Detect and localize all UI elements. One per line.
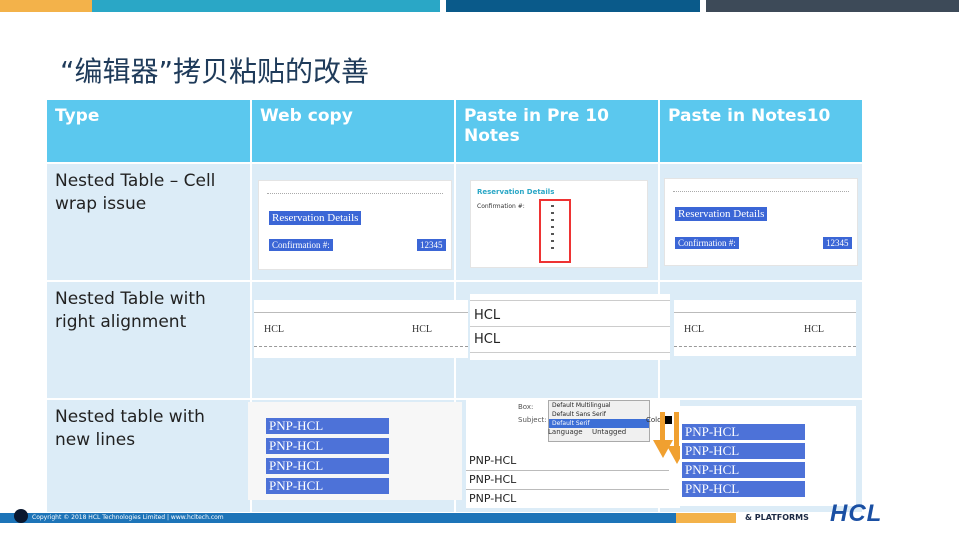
row-type-label: Nested Table – Cell wrap issue: [47, 163, 252, 282]
divider: [267, 193, 443, 194]
divider: [470, 326, 670, 327]
subject-label: Subject:: [518, 416, 547, 424]
pnp-line-3: PNP-HCL: [466, 490, 669, 508]
header-type: Type: [47, 100, 252, 164]
screenshot-notes10-row1: Reservation Details Confirmation #: 1234…: [664, 178, 858, 266]
top-bar-navy: [446, 0, 700, 12]
header-row: Type Web copy Paste in Pre 10 Notes Past…: [47, 100, 864, 164]
color-swatch[interactable]: [664, 416, 672, 424]
confirmation-value: 12345: [417, 239, 446, 251]
hcl-logo: HCL: [830, 500, 883, 527]
screenshot-notes10-row3: PNP-HCL PNP-HCL PNP-HCL PNP-HCL: [680, 406, 856, 506]
wrapped-digits: [551, 205, 554, 253]
platforms-text: & PLATFORMS: [745, 513, 809, 522]
row-type-label: Nested table with new lines: [47, 399, 252, 514]
hcl-circle-logo: [14, 509, 28, 523]
top-accent-bar: [0, 0, 959, 12]
pnp-line-1: PNP-HCL: [682, 424, 805, 440]
screenshot-web-copy-row1: Reservation Details Confirmation #: 1234…: [258, 180, 452, 270]
divider: [673, 191, 849, 192]
screenshot-notes10-row2: HCL HCL: [674, 300, 856, 356]
screenshot-web-copy-row2: HCL HCL: [254, 300, 468, 358]
top-bar-orange: [0, 0, 92, 12]
hcl-right: HCL: [412, 324, 432, 335]
slide-title: “编辑器”拷贝粘贴的改善: [60, 55, 370, 88]
divider: [470, 352, 670, 353]
pnp-line-1: PNP-HCL: [266, 418, 389, 434]
screenshot-web-copy-row3: PNP-HCL PNP-HCL PNP-HCL PNP-HCL: [248, 402, 462, 500]
top-bar-dark: [706, 0, 959, 12]
pnp-line-2: PNP-HCL: [266, 438, 389, 454]
footer-bar-orange: [676, 513, 736, 523]
language-label: Language: [548, 428, 583, 436]
divider: [470, 300, 670, 301]
hcl-line-1: HCL: [474, 308, 501, 323]
pnp-line-2: PNP-HCL: [466, 471, 669, 490]
menu-item[interactable]: Default Sans Serif: [549, 410, 649, 419]
divider: [674, 312, 856, 313]
divider: [674, 346, 856, 347]
screenshot-pre10-row3: Box: Subject: Default Multilingual Defau…: [466, 400, 680, 508]
hcl-left: HCL: [684, 324, 704, 335]
confirmation-field: Confirmation #:: [269, 239, 333, 251]
menu-item[interactable]: Default Multilingual: [549, 401, 649, 410]
header-notes10: Paste in Notes10: [659, 100, 864, 164]
hcl-right: HCL: [804, 324, 824, 335]
screenshot-pre10-row2: HCL HCL: [470, 294, 670, 360]
copyright-text: Copyright © 2018 HCL Technologies Limite…: [32, 514, 224, 521]
box-label: Box:: [518, 403, 534, 411]
reservation-label: Reservation Details: [477, 188, 555, 196]
confirmation-field: Confirmation #:: [477, 203, 525, 210]
divider: [254, 312, 468, 313]
header-web-copy: Web copy: [251, 100, 456, 164]
pnp-line-4: PNP-HCL: [682, 481, 805, 497]
language-value: Untagged: [592, 428, 627, 436]
pnp-line-3: PNP-HCL: [266, 458, 389, 474]
highlight-box: [539, 199, 571, 263]
arrow-down-icon: [660, 412, 665, 442]
hcl-left: HCL: [264, 324, 284, 335]
top-bar-teal: [92, 0, 440, 12]
arrow-down-icon: [674, 412, 679, 448]
menu-item-selected[interactable]: Default Serif: [549, 419, 649, 428]
pnp-line-2: PNP-HCL: [682, 443, 805, 459]
confirmation-field: Confirmation #:: [675, 237, 739, 249]
reservation-label: Reservation Details: [675, 207, 768, 221]
divider: [254, 346, 468, 347]
reservation-label: Reservation Details: [269, 211, 362, 225]
pnp-line-3: PNP-HCL: [682, 462, 805, 478]
confirmation-value: 12345: [823, 237, 852, 249]
screenshot-pre10-row1: Reservation Details Confirmation #:: [470, 180, 648, 268]
pnp-line-4: PNP-HCL: [266, 478, 389, 494]
hcl-line-2: HCL: [474, 332, 501, 347]
header-pre10: Paste in Pre 10 Notes: [455, 100, 660, 164]
pnp-line-1: PNP-HCL: [466, 452, 669, 471]
row-type-label: Nested Table with right alignment: [47, 281, 252, 400]
